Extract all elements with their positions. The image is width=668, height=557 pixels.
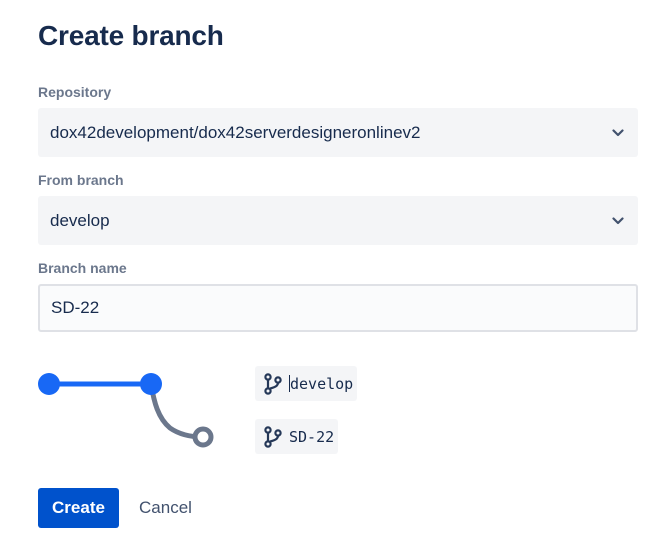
repository-select[interactable]: dox42development/dox42serverdesigneronli… [38,108,638,157]
branch-point-dot [140,373,162,395]
from-branch-value: develop [50,210,110,230]
chevron-down-icon [610,125,626,141]
branch-name-input[interactable] [38,284,638,332]
from-branch-select[interactable]: develop [38,196,638,245]
branch-name-label: Branch name [38,260,127,276]
cancel-button[interactable]: Cancel [128,488,203,528]
create-branch-dialog: Create branch Repository dox42developmen… [0,0,668,557]
create-button[interactable]: Create [38,488,119,528]
chevron-down-icon [610,213,626,229]
new-branch-dot [192,426,214,448]
start-commit-dot [38,373,60,395]
repository-value: dox42development/dox42serverdesigneronli… [50,122,421,142]
source-branch-name: develop [290,374,354,393]
branch-diagram [38,373,214,448]
repository-label: Repository [38,84,112,100]
new-branch-line [148,381,206,440]
git-branch-icon [263,372,283,395]
new-branch-name: SD-22 [289,427,335,446]
new-branch-tag: SD-22 [255,419,339,454]
source-branch-tag: develop [255,366,358,401]
git-branch-icon [263,425,283,448]
from-branch-label: From branch [38,172,124,188]
page-title: Create branch [38,20,224,51]
